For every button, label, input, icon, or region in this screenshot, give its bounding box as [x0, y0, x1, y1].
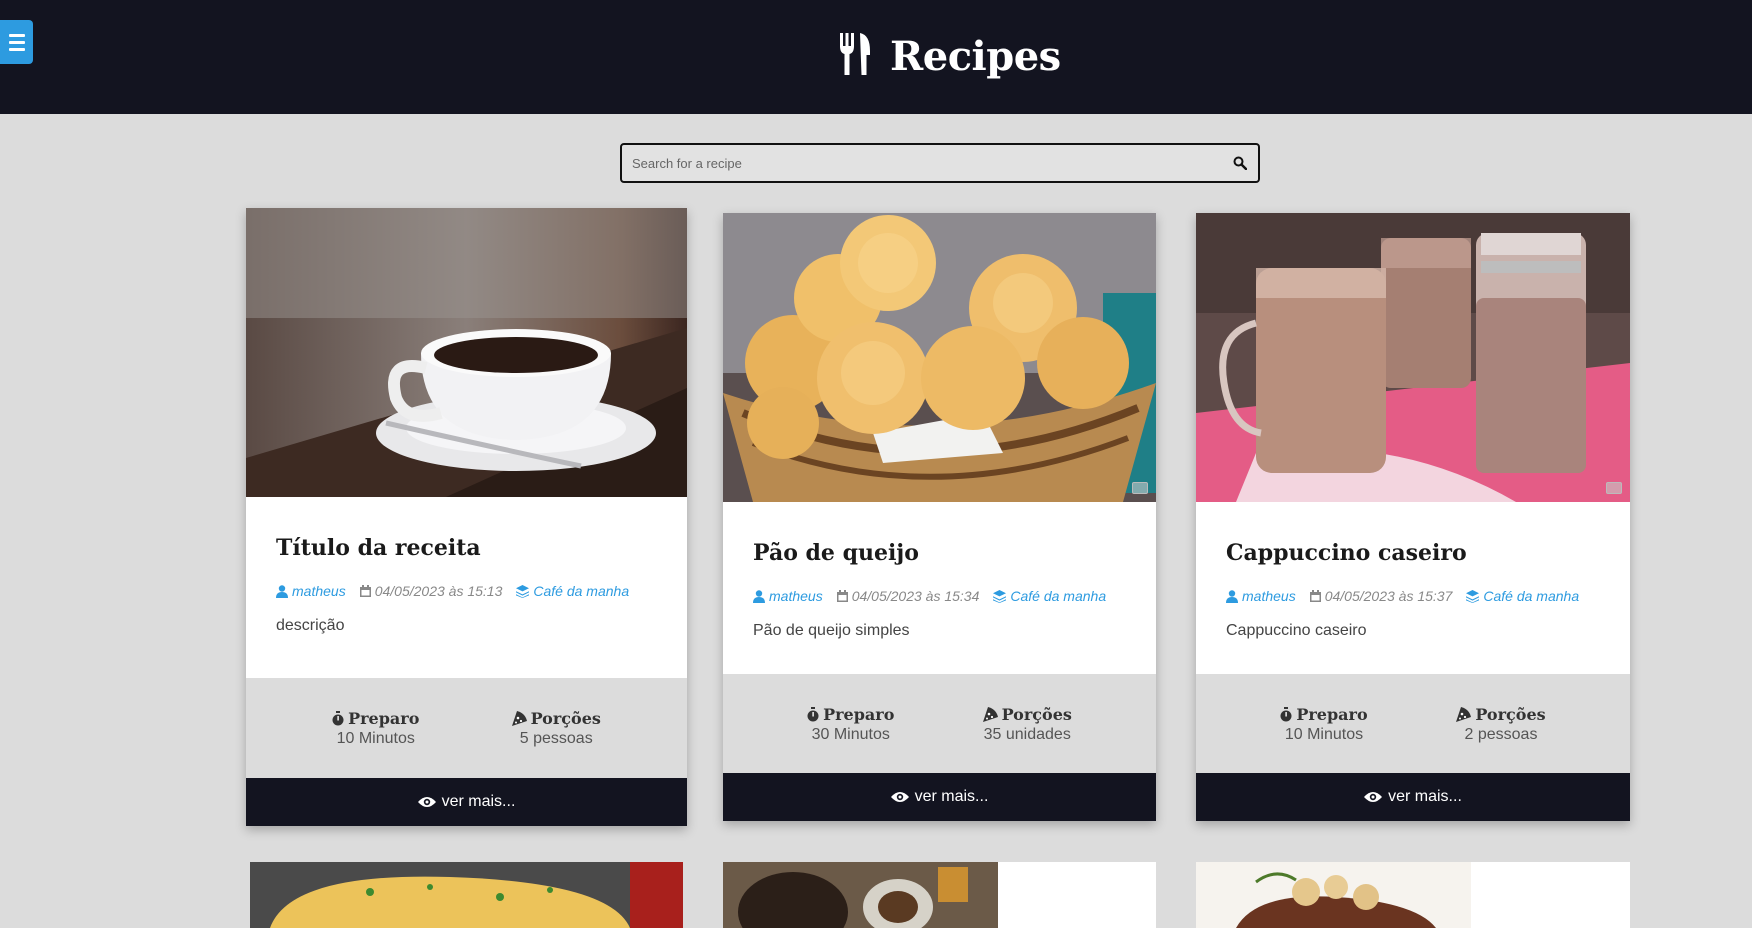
recipe-meta: matheus 04/05/2023 às 15:13 Café da manh…	[276, 583, 657, 599]
coffee-cup-photo[interactable]	[246, 208, 687, 497]
cheese-bread-basket-photo[interactable]	[723, 213, 1156, 502]
recipe-stats: Preparo 30 Minutos Porções 35 unidades	[723, 674, 1156, 774]
search-input[interactable]	[622, 145, 1222, 181]
recipe-stats: Preparo 10 Minutos Porções 5 pessoas	[246, 678, 687, 778]
stopwatch-icon	[807, 706, 819, 721]
servings-value: 5 pessoas	[519, 729, 593, 747]
recipe-card: Título da receita matheus 04/05/2023 às …	[246, 208, 687, 826]
omelette-photo	[250, 862, 683, 928]
recipe-stats: Preparo 10 Minutos Porções 2 pessoas	[1196, 674, 1630, 774]
eye-icon	[1364, 792, 1383, 802]
recipe-description: Cappuccino caseiro	[1226, 622, 1367, 639]
servings-value: 2 pessoas	[1464, 725, 1538, 743]
author-name: matheus	[769, 588, 823, 604]
prep-time: Preparo 10 Minutos	[332, 709, 419, 748]
dish-photo	[723, 862, 1156, 928]
servings: Porções 2 pessoas	[1456, 704, 1546, 744]
stopwatch-icon	[1280, 706, 1292, 721]
servings: Porções 35 unidades	[982, 704, 1072, 744]
recipe-date: 04/05/2023 às 15:13	[359, 583, 503, 599]
pizza-slice-icon	[982, 706, 998, 722]
category-name: Café da manha	[1483, 588, 1580, 604]
cc-license-icon	[1132, 482, 1148, 494]
cc-license-icon	[1606, 482, 1622, 494]
recipe-title[interactable]: Pão de queijo	[753, 540, 1126, 566]
date-text: 04/05/2023 às 15:13	[374, 583, 503, 599]
recipe-meta: matheus 04/05/2023 às 15:34 Café da manh…	[753, 588, 1126, 604]
author-name: matheus	[1242, 588, 1296, 604]
author-link[interactable]: matheus	[753, 588, 823, 604]
servings: Porções 5 pessoas	[511, 708, 601, 748]
recipe-description: descrição	[276, 617, 345, 634]
meat-dish-photo	[1196, 862, 1630, 928]
view-more-button[interactable]: ver mais...	[1196, 773, 1630, 821]
calendar-icon	[1309, 590, 1321, 602]
recipe-card: Pão de queijo matheus 04/05/2023 às 15:3…	[723, 213, 1156, 821]
search-bar	[620, 143, 1260, 183]
eye-icon	[417, 797, 436, 807]
category-link[interactable]: Café da manha	[516, 583, 629, 599]
servings-label: Porções	[1475, 704, 1546, 724]
utensils-icon	[836, 32, 874, 80]
eye-icon	[890, 792, 909, 802]
user-icon	[276, 584, 288, 598]
author-link[interactable]: matheus	[1226, 588, 1296, 604]
servings-value: 35 unidades	[983, 725, 1071, 743]
top-bar: Recipes	[0, 0, 1752, 114]
hamburger-menu-icon[interactable]	[0, 20, 33, 64]
prep-label: Preparo	[348, 708, 420, 728]
recipe-title[interactable]: Título da receita	[276, 535, 657, 561]
prep-time: Preparo 10 Minutos	[1280, 704, 1368, 744]
view-more-button[interactable]: ver mais...	[723, 773, 1156, 821]
recipe-card-partial[interactable]	[1196, 862, 1630, 928]
category-link[interactable]: Café da manha	[993, 588, 1106, 604]
recipe-description: Pão de queijo simples	[753, 622, 910, 639]
recipe-date: 04/05/2023 às 15:37	[1309, 588, 1453, 604]
prep-value: 10 Minutos	[336, 729, 415, 747]
calendar-icon	[836, 590, 848, 602]
card-body: Título da receita matheus 04/05/2023 às …	[246, 497, 687, 635]
view-more-label: ver mais...	[441, 793, 516, 810]
brand: Recipes	[836, 30, 1061, 82]
search-icon[interactable]	[1222, 156, 1258, 170]
recipe-date: 04/05/2023 às 15:34	[836, 588, 980, 604]
prep-label: Preparo	[1296, 704, 1368, 724]
prep-time: Preparo 30 Minutos	[807, 705, 894, 744]
cappuccino-mugs-photo[interactable]	[1196, 213, 1630, 502]
layers-icon	[1466, 589, 1480, 603]
recipe-card: Cappuccino caseiro matheus 04/05/2023 às…	[1196, 213, 1630, 821]
category-name: Café da manha	[1010, 588, 1107, 604]
view-more-button[interactable]: ver mais...	[246, 778, 687, 826]
recipe-card-partial[interactable]	[250, 862, 683, 928]
servings-label: Porções	[1001, 704, 1072, 724]
layers-icon	[993, 589, 1007, 603]
prep-label: Preparo	[823, 704, 895, 724]
user-icon	[753, 589, 765, 603]
prep-value: 10 Minutos	[1284, 725, 1364, 743]
pizza-slice-icon	[511, 710, 527, 726]
app-title: Recipes	[890, 32, 1061, 80]
layers-icon	[516, 584, 530, 598]
date-text: 04/05/2023 às 15:34	[851, 588, 980, 604]
stopwatch-icon	[332, 710, 344, 725]
recipe-card-partial[interactable]	[723, 862, 1156, 928]
servings-label: Porções	[530, 708, 601, 728]
pizza-slice-icon	[1456, 706, 1472, 722]
view-more-label: ver mais...	[914, 788, 989, 805]
card-body: Cappuccino caseiro matheus 04/05/2023 às…	[1196, 502, 1630, 640]
calendar-icon	[359, 585, 371, 597]
view-more-label: ver mais...	[1388, 788, 1462, 805]
card-body: Pão de queijo matheus 04/05/2023 às 15:3…	[723, 502, 1156, 640]
date-text: 04/05/2023 às 15:37	[1324, 588, 1453, 604]
user-icon	[1226, 589, 1238, 603]
author-link[interactable]: matheus	[276, 583, 346, 599]
category-name: Café da manha	[533, 583, 630, 599]
recipe-title[interactable]: Cappuccino caseiro	[1226, 540, 1600, 566]
category-link[interactable]: Café da manha	[1466, 588, 1579, 604]
author-name: matheus	[292, 583, 346, 599]
prep-value: 30 Minutos	[811, 725, 890, 743]
recipe-meta: matheus 04/05/2023 às 15:37 Café da manh…	[1226, 588, 1600, 604]
